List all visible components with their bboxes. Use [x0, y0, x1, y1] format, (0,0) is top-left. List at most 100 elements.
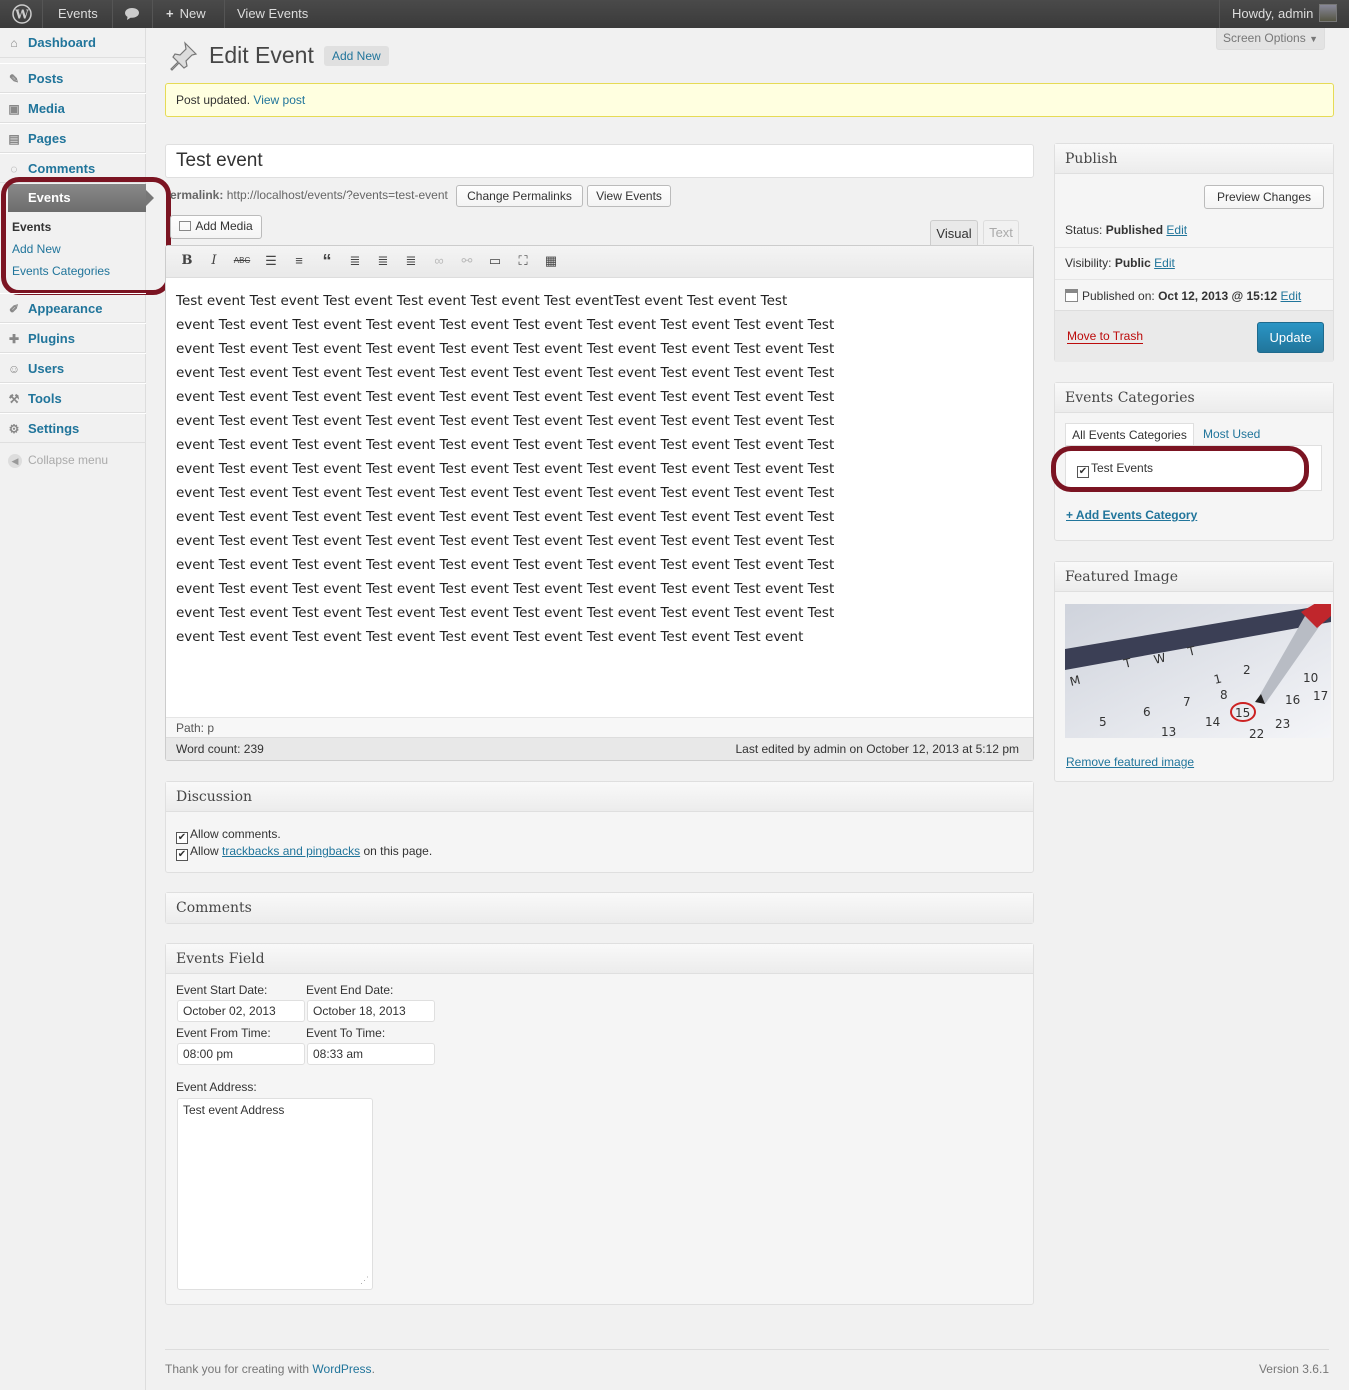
svg-text:14: 14 [1205, 715, 1220, 729]
screen-options-button[interactable]: Screen Options ▼ [1216, 28, 1325, 50]
footer-thanks: Thank you for creating with WordPress. [165, 1362, 375, 1376]
align-center-icon[interactable]: ≣ [374, 252, 392, 270]
more-tag-icon[interactable]: ▭ [486, 252, 504, 270]
checkbox-checked[interactable]: ✔ [176, 832, 188, 844]
events-field-box: Events Field Event Start Date: Event End… [165, 943, 1034, 1305]
wordpress-logo-icon[interactable]: W [4, 0, 40, 28]
end-date-input[interactable]: October 18, 2013 [307, 1000, 435, 1022]
align-left-icon[interactable]: ≣ [346, 252, 364, 270]
sidebar-item-tools[interactable]: ⚒ Tools [0, 383, 146, 413]
tab-text[interactable]: Text [983, 220, 1019, 244]
highlight-circle-category [1051, 446, 1309, 492]
svg-text:W: W [14, 8, 29, 22]
tab-most-used[interactable]: Most Used [1203, 427, 1260, 441]
word-count: Word count: 239 [176, 742, 264, 756]
blockquote-icon[interactable]: “ [318, 252, 336, 270]
permalink-url[interactable]: http://localhost/events/?events=test-eve… [227, 188, 448, 202]
my-account-link[interactable]: Howdy, admin [1224, 0, 1345, 28]
featured-image-box: Featured Image MT WT 12 567 8 13 14 16 10 17… [1054, 561, 1334, 782]
content-line: event Test event Test event Test event T… [176, 341, 835, 357]
checkbox-checked[interactable]: ✔ [176, 849, 188, 861]
media-icon [179, 221, 192, 231]
svg-text:13: 13 [1161, 725, 1176, 738]
sidebar-item-posts[interactable]: ✎ Posts [0, 63, 146, 93]
remove-featured-image-link[interactable]: Remove featured image [1066, 755, 1194, 769]
view-events-button[interactable]: View Events [587, 185, 671, 207]
comment-bubble-icon[interactable] [116, 0, 148, 28]
trackbacks-link[interactable]: trackbacks and pingbacks [222, 844, 360, 858]
comments-box[interactable]: Comments [165, 892, 1034, 924]
change-permalinks-button[interactable]: Change Permalinks [456, 185, 583, 207]
add-new-button[interactable]: Add New [324, 46, 389, 66]
admin-bar: W Events + New View Events Howdy, admin [0, 0, 1349, 28]
content-line: event Test event Test event Test event T… [176, 389, 835, 405]
move-to-trash-link[interactable]: Move to Trash [1067, 329, 1144, 344]
content-line: event Test event Test event Test event T… [176, 365, 835, 381]
add-media-button[interactable]: Add Media [170, 215, 262, 239]
edit-date-link[interactable]: Edit [1281, 289, 1302, 303]
bullet-list-icon[interactable]: ☰ [262, 252, 280, 270]
link-icon[interactable]: ∞ [430, 252, 448, 270]
add-category-link[interactable]: + Add Events Category [1066, 508, 1197, 522]
new-content-link[interactable]: + New [158, 0, 214, 28]
on-this-page-label: on this page. [363, 844, 433, 858]
sidebar-item-pages[interactable]: ▤ Pages [0, 123, 146, 153]
from-time-input[interactable]: 08:00 pm [177, 1043, 305, 1065]
collapse-menu-button[interactable]: ◀ Collapse menu [8, 453, 108, 468]
kitchen-sink-icon[interactable]: ▦ [542, 252, 560, 270]
allow-pings-row[interactable]: ✔ Allow trackbacks and pingbacks on this … [176, 844, 432, 861]
strikethrough-icon[interactable]: ABC [233, 252, 251, 270]
end-date-label: Event End Date: [306, 983, 394, 997]
content-line: event Test event Test event Test event T… [176, 317, 835, 333]
view-post-link[interactable]: View post [253, 93, 305, 107]
preview-changes-button[interactable]: Preview Changes [1204, 185, 1324, 209]
status-row: Status: Published Edit [1065, 223, 1187, 237]
svg-text:6: 6 [1143, 705, 1151, 719]
site-name-link[interactable]: Events [50, 0, 106, 28]
tab-all-categories[interactable]: All Events Categories [1065, 423, 1194, 446]
update-button[interactable]: Update [1257, 322, 1324, 353]
to-time-input[interactable]: 08:33 am [307, 1043, 435, 1065]
publish-box: Publish Preview Changes Status: Publishe… [1054, 143, 1334, 362]
start-date-input[interactable]: October 02, 2013 [177, 1000, 305, 1022]
fullscreen-icon[interactable]: ⛶ [514, 252, 532, 270]
screen-options-label: Screen Options [1223, 31, 1306, 45]
bold-icon[interactable]: B [178, 252, 196, 270]
allow-label: Allow [190, 844, 219, 858]
unlink-icon[interactable]: ⚯ [458, 252, 476, 270]
sidebar-item-label: Posts [28, 71, 64, 86]
edit-status-link[interactable]: Edit [1166, 223, 1187, 237]
edit-visibility-link[interactable]: Edit [1154, 256, 1175, 270]
align-right-icon[interactable]: ≣ [402, 252, 420, 270]
editor-status-bar: Word count: 239 Last edited by admin on … [166, 737, 1033, 760]
numbered-list-icon[interactable]: ≡ [290, 252, 308, 270]
editor-content[interactable]: Test event Test event Test event Test ev… [176, 289, 1026, 649]
address-textarea[interactable]: Test event Address ⋰ [177, 1098, 373, 1290]
wordpress-link[interactable]: WordPress [312, 1362, 371, 1376]
italic-icon[interactable]: I [205, 252, 223, 270]
page-title: Edit Event [209, 42, 314, 68]
dashboard-icon: ⌂ [10, 36, 18, 50]
svg-text:10: 10 [1303, 671, 1318, 685]
tab-visual[interactable]: Visual [930, 220, 978, 246]
sidebar-item-appearance[interactable]: ✐ Appearance [0, 293, 146, 323]
updated-notice: Post updated. View post [165, 83, 1334, 117]
published-label: Published on: [1082, 289, 1155, 303]
permalink-row: ermalink: http://localhost/events/?event… [170, 188, 448, 202]
sidebar-item-label: Media [28, 101, 65, 116]
sidebar-item-dashboard[interactable]: ⌂ Dashboard [0, 28, 146, 58]
sidebar-item-media[interactable]: ▣ Media [0, 93, 146, 123]
content-line: event Test event Test event Test event T… [176, 605, 835, 621]
featured-image[interactable]: MT WT 12 567 8 13 14 16 10 17 23 22 15 [1065, 604, 1331, 738]
sidebar-item-plugins[interactable]: ✚ Plugins [0, 323, 146, 353]
svg-text:5: 5 [1099, 715, 1107, 729]
view-events-link[interactable]: View Events [229, 0, 316, 28]
allow-comments-row[interactable]: ✔ Allow comments. [176, 827, 281, 844]
sidebar-item-users[interactable]: ☺ Users [0, 353, 146, 383]
post-title-input[interactable]: Test event [165, 144, 1034, 178]
permalink-label: ermalink: [170, 188, 224, 202]
resize-handle-icon[interactable]: ⋰ [360, 1273, 369, 1287]
sidebar-item-settings[interactable]: ⚙ Settings [0, 413, 146, 443]
to-time-label: Event To Time: [306, 1026, 386, 1040]
settings-icon: ⚙ [8, 422, 20, 436]
